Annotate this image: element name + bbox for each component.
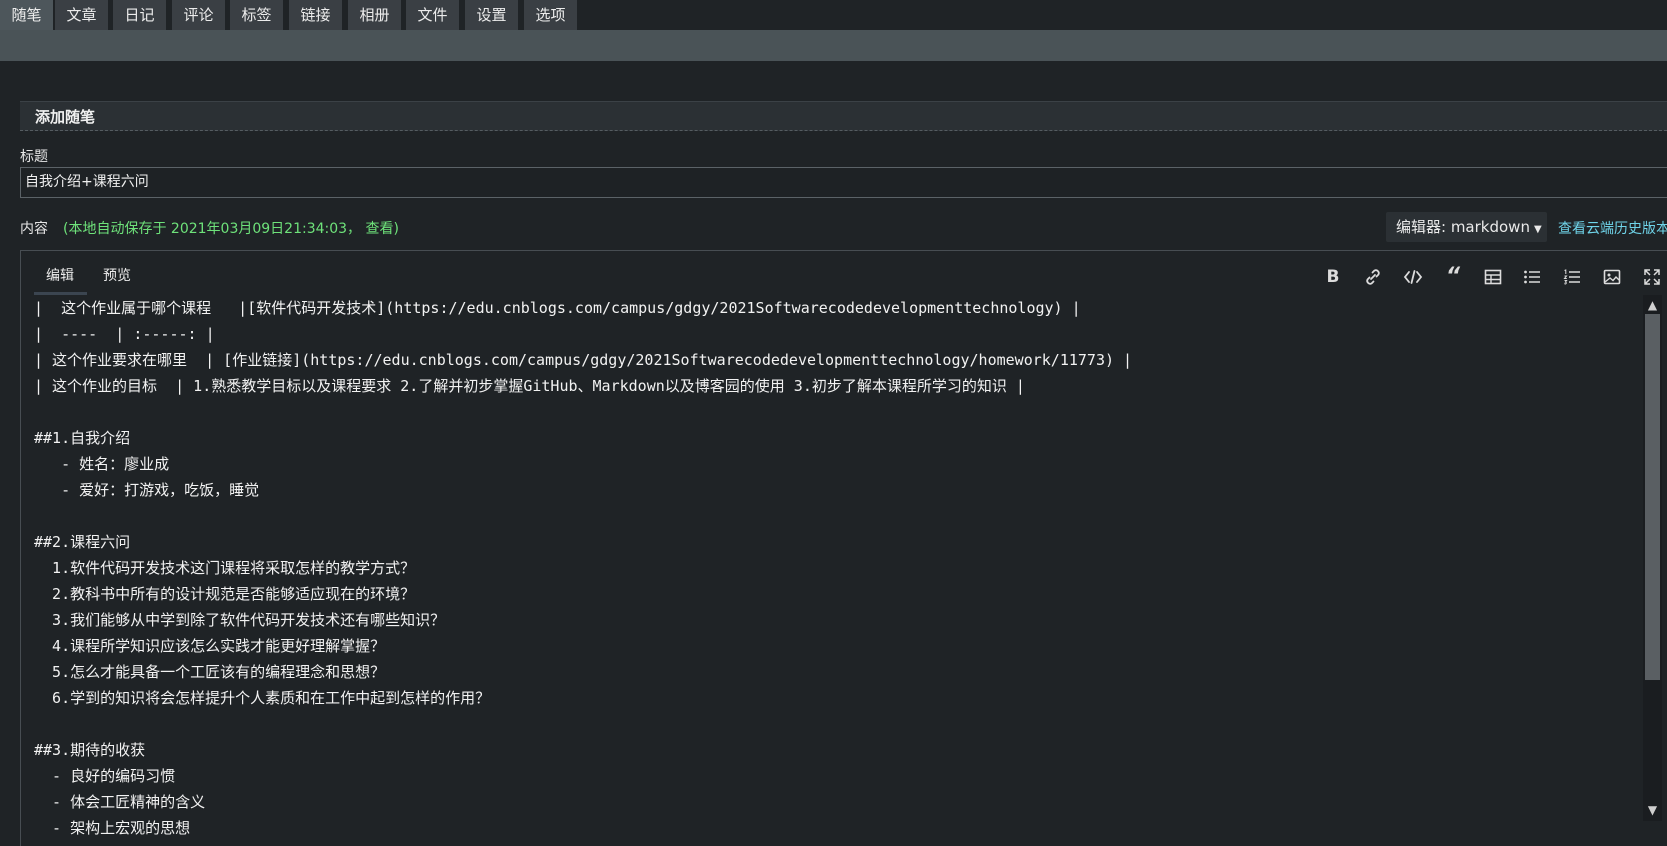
nav-tab-settings[interactable]: 设置 bbox=[465, 0, 518, 30]
autosave-status: (本地自动保存于 2021年03月09日21:34:03， 查看) bbox=[63, 218, 399, 238]
panel-title: 添加随笔 bbox=[20, 101, 1667, 131]
sub-bar bbox=[0, 30, 1667, 61]
editor-select-dropdown[interactable]: 编辑器: markdown ▼ bbox=[1386, 212, 1547, 242]
tab-preview[interactable]: 预览 bbox=[103, 265, 131, 285]
bullet-list-icon[interactable] bbox=[1519, 265, 1545, 289]
scroll-down-arrow-icon[interactable]: ▼ bbox=[1643, 802, 1662, 818]
title-input[interactable]: 自我介绍+课程六问 bbox=[20, 167, 1667, 198]
code-line: - 姓名：廖业成 bbox=[34, 455, 170, 473]
code-line: 6.学到的知识将会怎样提升个人素质和在工作中起到怎样的作用？ bbox=[34, 689, 491, 707]
code-line: 2.教科书中所有的设计规范是否能够适应现在的环境？ bbox=[34, 585, 416, 603]
link-icon[interactable] bbox=[1360, 265, 1386, 289]
nav-tab-comments[interactable]: 评论 bbox=[172, 0, 225, 30]
markdown-textarea[interactable]: | 这个作业属于哪个课程 |[软件代码开发技术](https://edu.cnb… bbox=[34, 295, 1634, 846]
caret-down-icon: ▼ bbox=[1533, 224, 1542, 235]
code-line: | ---- | :-----: | bbox=[34, 325, 215, 343]
code-line: | 这个作业属于哪个课程 |[软件代码开发技术](https://edu.cnb… bbox=[34, 299, 1081, 317]
code-line: ##2.课程六问 bbox=[34, 533, 131, 551]
bold-icon[interactable]: B bbox=[1320, 265, 1346, 289]
nav-tab-albums[interactable]: 相册 bbox=[348, 0, 401, 30]
fullscreen-icon[interactable] bbox=[1639, 265, 1665, 289]
code-line: - 爱好：打游戏，吃饭，睡觉 bbox=[34, 481, 260, 499]
code-line: 5.怎么才能具备一个工匠该有的编程理念和思想？ bbox=[34, 663, 386, 681]
image-icon[interactable] bbox=[1599, 265, 1625, 289]
title-label: 标题 bbox=[20, 149, 48, 165]
code-line: - 体会工匠精神的含义 bbox=[34, 793, 206, 811]
scrollbar-thumb[interactable] bbox=[1645, 314, 1660, 680]
nav-tab-tags[interactable]: 标签 bbox=[230, 0, 283, 30]
code-line: ##1.自我介绍 bbox=[34, 429, 131, 447]
code-line: 3.我们能够从中学到除了软件代码开发技术还有哪些知识？ bbox=[34, 611, 446, 629]
code-icon[interactable] bbox=[1400, 265, 1426, 289]
code-line: 4.课程所学知识应该怎么实践才能更好理解掌握？ bbox=[34, 637, 386, 655]
nav-tab-diary[interactable]: 日记 bbox=[113, 0, 166, 30]
cloud-history-link[interactable]: 查看云端历史版本 bbox=[1558, 218, 1667, 238]
code-line: - 良好的编码习惯 bbox=[34, 767, 176, 785]
numbered-list-icon[interactable] bbox=[1559, 265, 1585, 289]
quote-icon[interactable]: “ bbox=[1440, 265, 1466, 289]
tab-edit[interactable]: 编辑 bbox=[46, 265, 74, 285]
content-label: 内容 bbox=[20, 221, 48, 237]
code-line: - 架构上宏观的思想 bbox=[34, 819, 191, 837]
autosave-text: (本地自动保存于 2021年03月09日21:34:03， bbox=[63, 221, 362, 237]
code-line: 1.软件代码开发技术这门课程将采取怎样的教学方式？ bbox=[34, 559, 416, 577]
code-line: | 这个作业要求在哪里 | [作业链接](https://edu.cnblogs… bbox=[34, 351, 1133, 369]
nav-tab-posts[interactable]: 随笔 bbox=[0, 0, 53, 30]
autosave-view-link[interactable]: 查看 bbox=[366, 221, 394, 237]
scroll-up-arrow-icon[interactable]: ▲ bbox=[1643, 297, 1662, 313]
code-line: ##3.期待的收获 bbox=[34, 741, 146, 759]
autosave-end: ) bbox=[393, 221, 399, 237]
top-nav: 随笔 文章 日记 评论 标签 链接 相册 文件 设置 选项 bbox=[0, 0, 1667, 30]
nav-tab-articles[interactable]: 文章 bbox=[55, 0, 108, 30]
editor-select-label: 编辑器: markdown bbox=[1396, 218, 1530, 236]
nav-tab-links[interactable]: 链接 bbox=[289, 0, 342, 30]
code-line: | 这个作业的目标 | 1.熟悉教学目标以及课程要求 2.了解并初步掌握GitH… bbox=[34, 377, 1025, 395]
nav-tab-files[interactable]: 文件 bbox=[406, 0, 459, 30]
table-icon[interactable] bbox=[1480, 265, 1506, 289]
nav-tab-options[interactable]: 选项 bbox=[524, 0, 577, 30]
